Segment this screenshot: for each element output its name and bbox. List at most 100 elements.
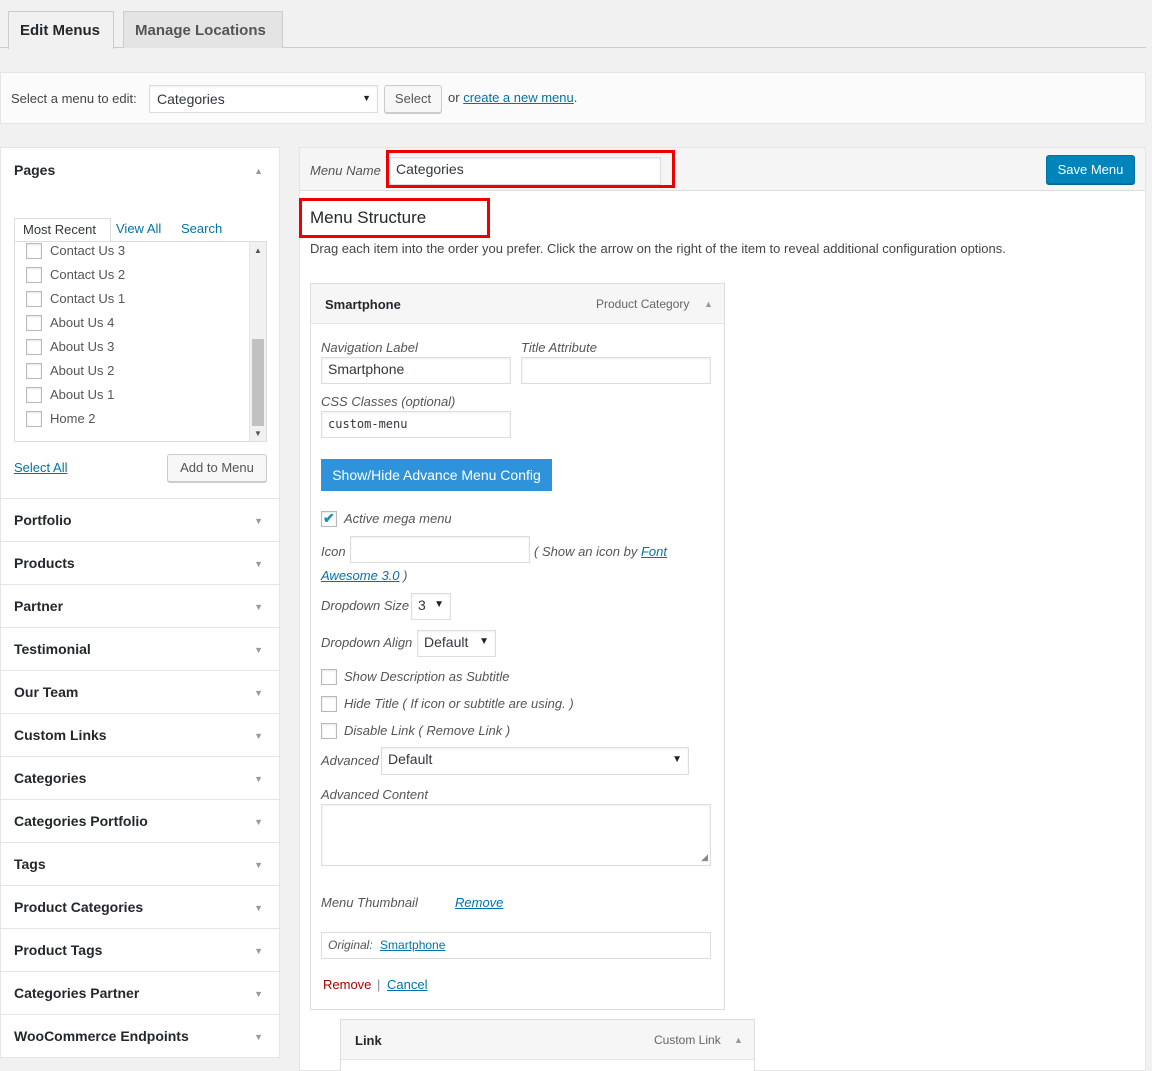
add-to-menu-button[interactable]: Add to Menu	[167, 454, 267, 482]
checkbox[interactable]	[26, 267, 42, 283]
icon-hint-close: )	[403, 568, 408, 583]
chevron-down-icon: ▼	[254, 946, 263, 956]
checkbox[interactable]	[26, 243, 42, 259]
subtab-search[interactable]: Search	[181, 218, 222, 240]
subtab-view-all[interactable]: View All	[116, 218, 161, 240]
dropdown-size-value: 3	[418, 597, 426, 613]
accordion-woocommerce-endpoints[interactable]: WooCommerce Endpoints ▼	[0, 1014, 280, 1058]
checkmark-icon: ✔	[323, 510, 335, 526]
pages-accordion-title[interactable]: Pages	[14, 162, 55, 178]
checklist-scrollbar[interactable]: ▲ ▼	[249, 242, 266, 441]
tab-manage-locations[interactable]: Manage Locations	[123, 11, 283, 48]
accordion-tags[interactable]: Tags ▼	[0, 842, 280, 886]
icon-input[interactable]	[350, 536, 530, 563]
title-attribute-label: Title Attribute	[521, 340, 597, 355]
hide-title-label: Hide Title ( If icon or subtitle are usi…	[344, 696, 574, 711]
advanced-label: Advanced	[321, 753, 379, 768]
hide-title-checkbox[interactable]	[321, 696, 337, 712]
accordion-our-team[interactable]: Our Team ▼	[0, 670, 280, 714]
list-item-label: Contact Us 1	[50, 291, 126, 306]
title-attribute-input[interactable]	[521, 357, 711, 384]
accordion-title: Portfolio	[14, 512, 72, 528]
checkbox[interactable]	[26, 339, 42, 355]
menu-item-handle[interactable]: Link Custom Link ▲	[341, 1020, 754, 1060]
advanced-value: Default	[388, 751, 433, 767]
list-item-label: About Us 2	[50, 363, 115, 378]
chevron-down-icon: ▼	[254, 645, 263, 655]
scroll-down-icon[interactable]: ▼	[254, 429, 262, 438]
thumbnail-remove-link[interactable]: Remove	[455, 895, 503, 910]
subtab-most-recent[interactable]: Most Recent	[14, 218, 111, 242]
chevron-up-icon[interactable]: ▲	[254, 166, 263, 176]
menu-item-handle[interactable]: Smartphone Product Category ▲	[311, 284, 724, 324]
chevron-down-icon: ▼	[362, 93, 371, 103]
chevron-down-icon: ▼	[254, 774, 263, 784]
checkbox[interactable]	[26, 291, 42, 307]
accordion-portfolio[interactable]: Portfolio ▼	[0, 498, 280, 542]
original-label: Original:	[328, 938, 373, 952]
font-awesome-link-2[interactable]: Awesome 3.0	[321, 568, 400, 583]
create-new-menu-link[interactable]: create a new menu	[463, 90, 574, 105]
chevron-up-icon[interactable]: ▲	[704, 299, 713, 309]
resize-grip-icon[interactable]: ◢	[701, 852, 708, 863]
advanced-select[interactable]: Default ▼	[381, 747, 689, 775]
menu-item-link: Link Custom Link ▲	[340, 1019, 755, 1071]
chevron-down-icon: ▼	[254, 860, 263, 870]
tab-edit-menus[interactable]: Edit Menus	[8, 11, 114, 49]
font-awesome-link[interactable]: Font	[641, 544, 667, 559]
chevron-down-icon: ▼	[254, 989, 263, 999]
scroll-up-icon[interactable]: ▲	[254, 246, 262, 255]
cancel-link[interactable]: Cancel	[387, 977, 427, 992]
chevron-down-icon: ▼	[672, 754, 682, 765]
highlight-box-menu-structure	[299, 198, 490, 238]
checkbox[interactable]	[26, 363, 42, 379]
accordion-title: Testimonial	[14, 641, 91, 657]
advanced-content-textarea[interactable]: ◢	[321, 804, 711, 866]
accordion-title: Our Team	[14, 684, 79, 700]
accordion-product-categories[interactable]: Product Categories ▼	[0, 885, 280, 929]
pages-checklist: Contact Us 3 Contact Us 2 Contact Us 1 A…	[14, 241, 267, 442]
css-classes-value: custom-menu	[328, 417, 408, 431]
menu-select-dropdown[interactable]: Categories ▼	[149, 85, 378, 113]
select-all-link[interactable]: Select All	[14, 460, 67, 475]
menu-item-title: Smartphone	[325, 297, 401, 312]
save-menu-button[interactable]: Save Menu	[1046, 155, 1135, 184]
accordion-categories[interactable]: Categories ▼	[0, 756, 280, 800]
original-link[interactable]: Smartphone	[380, 938, 445, 952]
accordion-partner[interactable]: Partner ▼	[0, 584, 280, 628]
scroll-thumb[interactable]	[252, 339, 264, 426]
nav-label-input[interactable]: Smartphone	[321, 357, 511, 384]
disable-link-checkbox[interactable]	[321, 723, 337, 739]
checkbox[interactable]	[26, 411, 42, 427]
accordion-testimonial[interactable]: Testimonial ▼	[0, 627, 280, 671]
dropdown-align-select[interactable]: Default ▼	[417, 630, 496, 657]
pages-accordion: Pages ▲ Most Recent View All Search Cont…	[0, 147, 280, 499]
accordion-product-tags[interactable]: Product Tags ▼	[0, 928, 280, 972]
accordion-custom-links[interactable]: Custom Links ▼	[0, 713, 280, 757]
chevron-down-icon: ▼	[254, 817, 263, 827]
chevron-down-icon: ▼	[254, 1032, 263, 1042]
list-item-label: Contact Us 3	[50, 243, 126, 258]
checkbox[interactable]	[26, 387, 42, 403]
active-mega-checkbox[interactable]: ✔	[321, 510, 337, 527]
accordion-categories-portfolio[interactable]: Categories Portfolio ▼	[0, 799, 280, 843]
accordion-categories-partner[interactable]: Categories Partner ▼	[0, 971, 280, 1015]
dropdown-size-select[interactable]: 3 ▼	[411, 593, 451, 620]
icon-label: Icon	[321, 544, 346, 559]
chevron-up-icon[interactable]: ▲	[734, 1035, 743, 1045]
checkbox[interactable]	[26, 315, 42, 331]
show-description-checkbox[interactable]	[321, 669, 337, 685]
chevron-down-icon: ▼	[254, 688, 263, 698]
menu-name-label: Menu Name	[310, 163, 381, 178]
select-button[interactable]: Select	[384, 85, 442, 113]
css-classes-input[interactable]: custom-menu	[321, 411, 511, 438]
accordion-title: Categories	[14, 770, 87, 786]
remove-item-link[interactable]: Remove	[323, 977, 371, 992]
or-text: or	[448, 90, 460, 105]
list-item-label: Home 2	[50, 411, 96, 426]
dropdown-align-label: Dropdown Align	[321, 635, 413, 650]
advance-config-button[interactable]: Show/Hide Advance Menu Config	[321, 459, 552, 491]
accordion-products[interactable]: Products ▼	[0, 541, 280, 585]
chevron-down-icon: ▼	[254, 602, 263, 612]
accordion-title: WooCommerce Endpoints	[14, 1028, 189, 1044]
